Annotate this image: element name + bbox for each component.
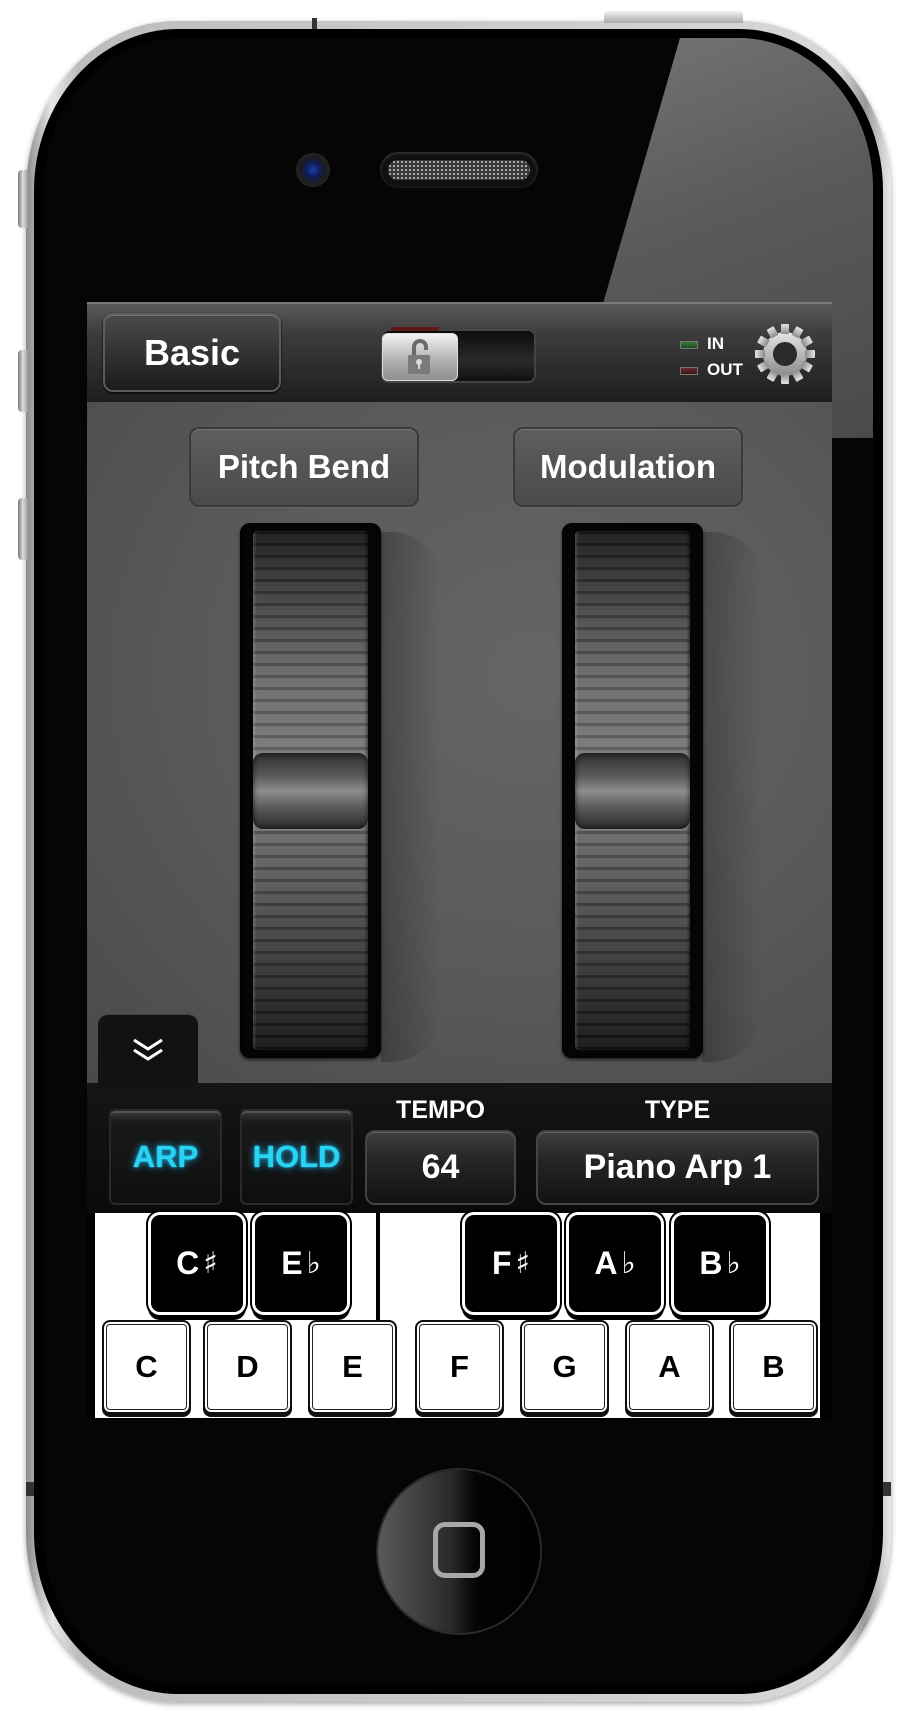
flat-icon: ♭ [726,1246,741,1281]
white-key-d[interactable]: D [203,1320,292,1414]
volume-down-button[interactable] [18,498,28,560]
lock-toggle[interactable] [381,327,536,383]
pitch-bend-wheel[interactable] [240,523,381,1058]
sharp-icon: ♯ [203,1246,218,1281]
flat-icon: ♭ [306,1246,321,1281]
modulation-thumb[interactable] [575,752,690,829]
white-key-b[interactable]: B [729,1320,818,1414]
key-note: C [176,1245,200,1281]
gear-icon[interactable] [753,322,817,386]
midi-out-led [680,367,698,375]
key-note: B [699,1245,723,1281]
black-key-e-flat[interactable]: E ♭ [255,1215,347,1312]
pitch-bend-button[interactable]: Pitch Bend [189,427,419,507]
arpeggiator-bar: ARP HOLD TEMPO TYPE 64 Piano Arp 1 [87,1083,832,1213]
midi-out-label: OUT [707,360,743,379]
front-camera [296,153,330,187]
home-square-icon [433,1522,485,1578]
mode-basic-button[interactable]: Basic [103,313,281,392]
slider-shadow [381,532,441,1062]
flat-icon: ♭ [621,1246,636,1281]
white-key-c[interactable]: C [102,1320,191,1414]
key-note: A [594,1245,618,1281]
arp-type-selector[interactable]: Piano Arp 1 [536,1130,819,1205]
antenna-band-gap [883,1482,891,1496]
modulation-button[interactable]: Modulation [513,427,743,507]
double-chevron-down-icon [133,1038,163,1061]
speaker-grille [388,160,530,180]
key-divider [376,1213,380,1320]
midi-in-led [680,341,698,349]
black-key-b-flat[interactable]: B ♭ [674,1215,766,1312]
volume-up-button[interactable] [18,350,28,412]
collapse-panel-tab[interactable] [98,1014,198,1086]
unlocked-padlock-icon [408,339,430,374]
white-key-g[interactable]: G [520,1320,609,1414]
tempo-label: TEMPO [396,1096,485,1124]
sharp-icon: ♯ [515,1246,531,1281]
arp-toggle-button[interactable]: ARP [109,1109,222,1205]
key-note: F [491,1245,512,1281]
black-key-c-sharp[interactable]: C ♯ [151,1215,243,1312]
earpiece-speaker [380,152,538,188]
top-bar: Basic IN OUT [87,302,832,402]
controller-panel: Pitch Bend Modulation [87,402,832,1083]
white-key-a[interactable]: A [625,1320,714,1414]
lock-indicator-strip [391,327,439,331]
lock-toggle-knob[interactable] [382,333,458,381]
sleep-wake-button[interactable] [604,11,743,23]
app-screen: Basic IN OUT Pitch Bend Modulation ARP H… [87,302,832,1420]
hold-toggle-button[interactable]: HOLD [240,1109,353,1205]
pitch-bend-thumb[interactable] [253,752,368,829]
home-button[interactable] [378,1470,540,1633]
piano-keyboard: C D E F G A B C ♯ E ♭ F ♯ A ♭ B ♭ [95,1213,820,1418]
black-key-f-sharp[interactable]: F ♯ [465,1215,557,1312]
antenna-band-gap [26,1482,34,1496]
key-note: E [281,1245,303,1281]
black-key-a-flat[interactable]: A ♭ [569,1215,661,1312]
mute-switch[interactable] [18,170,28,228]
tempo-field[interactable]: 64 [365,1130,516,1205]
midi-in-label: IN [707,334,724,353]
slider-shadow [702,532,762,1062]
white-key-e[interactable]: E [308,1320,397,1414]
white-key-f[interactable]: F [415,1320,504,1414]
type-label: TYPE [644,1096,711,1124]
modulation-wheel[interactable] [562,523,703,1058]
